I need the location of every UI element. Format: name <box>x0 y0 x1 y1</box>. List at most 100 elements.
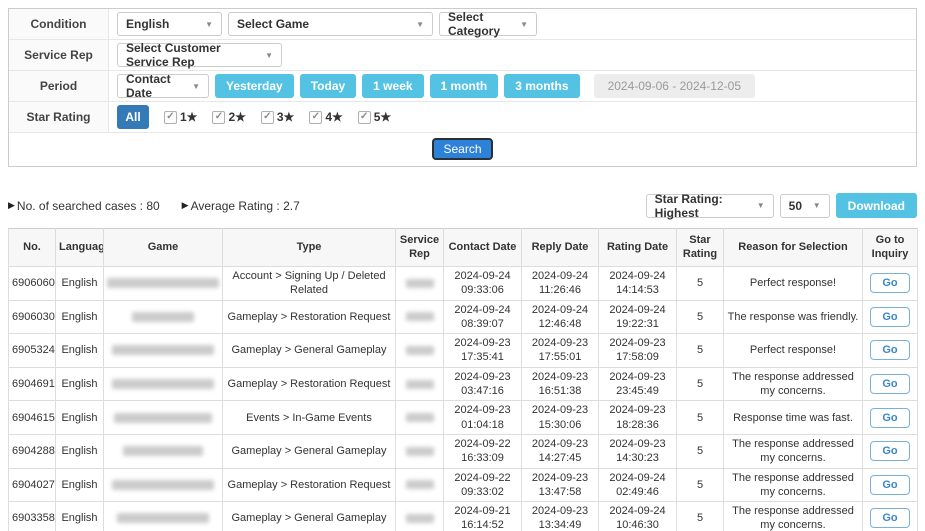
cell-reason: The response addressed my concerns. <box>724 502 863 531</box>
period-1week-button[interactable]: 1 week <box>362 74 423 98</box>
cell-go: Go <box>863 367 918 401</box>
go-button[interactable]: Go <box>870 374 909 394</box>
sort-select[interactable]: Star Rating: Highest ▼ <box>646 194 774 218</box>
table-row: 6906060 English Account > Signing Up / D… <box>9 267 918 301</box>
cell-rating-date: 2024-09-2323:45:49 <box>599 367 677 401</box>
star-2-checkbox[interactable]: ✓ 2★ <box>212 110 245 124</box>
cell-contact-date: 2024-09-2301:04:18 <box>444 401 522 435</box>
redacted-game-name <box>112 379 214 389</box>
cell-rating-date: 2024-09-2419:22:31 <box>599 300 677 334</box>
redacted-game-name <box>114 413 212 423</box>
cell-reason: The response was friendly. <box>724 300 863 334</box>
go-button[interactable]: Go <box>870 307 909 327</box>
redacted-game-name <box>132 312 194 322</box>
table-body: 6906060 English Account > Signing Up / D… <box>9 267 918 531</box>
header-no: No. <box>9 229 56 267</box>
search-button[interactable]: Search <box>432 138 492 160</box>
go-button[interactable]: Go <box>870 340 909 360</box>
cell-reply-date: 2024-09-2313:47:58 <box>522 468 599 502</box>
game-select[interactable]: Select Game ▼ <box>228 12 433 36</box>
cell-contact-date: 2024-09-2303:47:16 <box>444 367 522 401</box>
cell-game <box>104 502 223 531</box>
cell-star-rating: 5 <box>677 401 724 435</box>
cell-star-rating: 5 <box>677 267 724 301</box>
header-reply-date: Reply Date <box>522 229 599 267</box>
cell-language: English <box>56 502 104 531</box>
period-1month-button[interactable]: 1 month <box>430 74 499 98</box>
cell-contact-date: 2024-09-2116:14:52 <box>444 502 522 531</box>
header-reason: Reason for Selection <box>724 229 863 267</box>
service-rep-select[interactable]: Select Customer Service Rep ▼ <box>117 43 282 67</box>
go-button[interactable]: Go <box>870 508 909 528</box>
filter-panel: Condition English ▼ Select Game ▼ Select… <box>8 8 917 167</box>
cell-no: 6904615 <box>9 401 56 435</box>
go-button[interactable]: Go <box>870 441 909 461</box>
service-rep-row: Service Rep Select Customer Service Rep … <box>9 40 916 71</box>
cell-no: 6904691 <box>9 367 56 401</box>
go-button[interactable]: Go <box>870 475 909 495</box>
service-rep-select-value: Select Customer Service Rep <box>126 41 257 69</box>
cell-type: Gameplay > General Gameplay <box>223 334 396 368</box>
star-1-checkbox[interactable]: ✓ 1★ <box>164 110 197 124</box>
star-4-checkbox[interactable]: ✓ 4★ <box>309 110 342 124</box>
period-yesterday-button[interactable]: Yesterday <box>215 74 294 98</box>
cell-rating-date: 2024-09-2402:49:46 <box>599 468 677 502</box>
table-row: 6906030 English Gameplay > Restoration R… <box>9 300 918 334</box>
cell-star-rating: 5 <box>677 468 724 502</box>
cell-reply-date: 2024-09-2315:30:06 <box>522 401 599 435</box>
category-select[interactable]: Select Category ▼ <box>439 12 537 36</box>
go-button[interactable]: Go <box>870 273 909 293</box>
cell-language: English <box>56 434 104 468</box>
cell-language: English <box>56 468 104 502</box>
page-size-select[interactable]: 50 ▼ <box>780 194 830 218</box>
cell-reason: Response time was fast. <box>724 401 863 435</box>
period-3months-button[interactable]: 3 months <box>504 74 579 98</box>
redacted-game-name <box>123 446 203 456</box>
cell-no: 6904027 <box>9 468 56 502</box>
cell-star-rating: 5 <box>677 367 724 401</box>
star-checkbox-group: ✓ 1★ ✓ 2★ ✓ 3★ ✓ 4★ ✓ 5★ <box>164 110 391 124</box>
cell-go: Go <box>863 502 918 531</box>
go-button[interactable]: Go <box>870 408 909 428</box>
pointer-icon: ▶ <box>8 200 15 211</box>
star-all-button[interactable]: All <box>117 105 149 129</box>
chevron-down-icon: ▼ <box>265 51 273 60</box>
header-service-rep: Service Rep <box>396 229 444 267</box>
cell-no: 6903358 <box>9 502 56 531</box>
cell-reason: The response addressed my concerns. <box>724 468 863 502</box>
cell-reply-date: 2024-09-2412:46:48 <box>522 300 599 334</box>
period-today-button[interactable]: Today <box>300 74 356 98</box>
table-row: 6903358 English Gameplay > General Gamep… <box>9 502 918 531</box>
table-row: 6904615 English Events > In-Game Events … <box>9 401 918 435</box>
date-range-field[interactable]: 2024-09-06 - 2024-12-05 <box>594 74 755 98</box>
sort-select-value: Star Rating: Highest <box>655 192 749 220</box>
cell-service-rep <box>396 300 444 334</box>
cell-go: Go <box>863 434 918 468</box>
star-3-checkbox[interactable]: ✓ 3★ <box>261 110 294 124</box>
header-type: Type <box>223 229 396 267</box>
chevron-down-icon: ▼ <box>520 20 528 29</box>
cell-game <box>104 367 223 401</box>
period-type-select[interactable]: Contact Date ▼ <box>117 74 209 98</box>
language-select[interactable]: English ▼ <box>117 12 222 36</box>
cell-game <box>104 468 223 502</box>
language-select-value: English <box>126 17 169 31</box>
redacted-service-rep <box>406 480 434 489</box>
cell-type: Events > In-Game Events <box>223 401 396 435</box>
cell-service-rep <box>396 468 444 502</box>
cell-no: 6906060 <box>9 267 56 301</box>
header-rating-date: Rating Date <box>599 229 677 267</box>
checkbox-checked-icon: ✓ <box>212 111 225 124</box>
cell-go: Go <box>863 300 918 334</box>
cell-reply-date: 2024-09-2314:27:45 <box>522 434 599 468</box>
cell-game <box>104 267 223 301</box>
cell-reply-date: 2024-09-2316:51:38 <box>522 367 599 401</box>
cell-contact-date: 2024-09-2216:33:09 <box>444 434 522 468</box>
download-button[interactable]: Download <box>836 193 917 218</box>
header-star-rating: Star Rating <box>677 229 724 267</box>
table-row: 6905324 English Gameplay > General Gamep… <box>9 334 918 368</box>
star-5-checkbox[interactable]: ✓ 5★ <box>358 110 391 124</box>
checkbox-checked-icon: ✓ <box>309 111 322 124</box>
cell-game <box>104 334 223 368</box>
cell-type: Gameplay > General Gameplay <box>223 502 396 531</box>
